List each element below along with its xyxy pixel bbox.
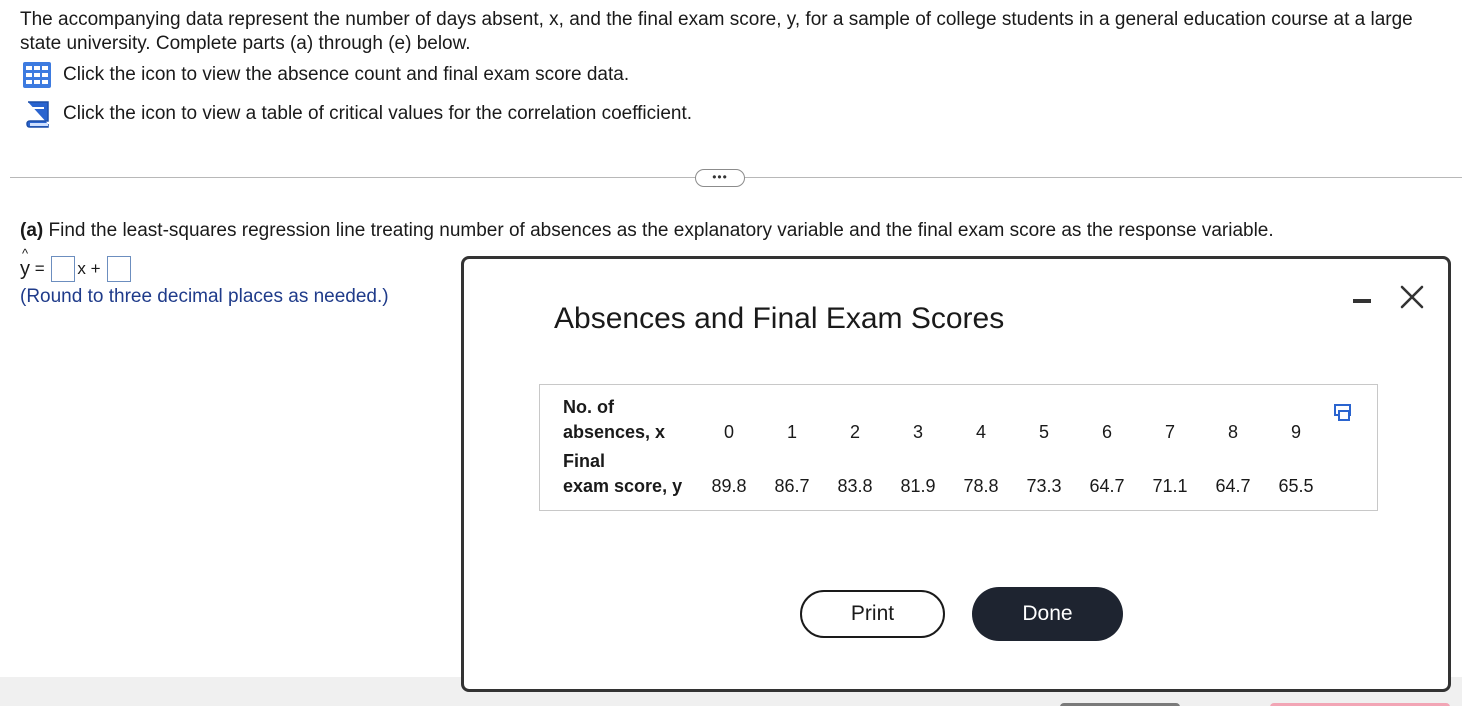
print-button[interactable]: Print xyxy=(800,590,945,638)
exam-score-cell: 64.7 xyxy=(1215,476,1251,496)
part-a-prefix: (a) xyxy=(20,220,44,241)
close-icon xyxy=(1400,285,1424,309)
exam-score-cell: 73.3 xyxy=(1026,476,1062,496)
exam-score-cell: 86.7 xyxy=(774,476,810,496)
absences-cell: 1 xyxy=(786,422,797,442)
exam-score-cell: 64.7 xyxy=(1089,476,1125,496)
absences-label: No. of absences, x xyxy=(563,397,666,442)
absences-cell: 7 xyxy=(1164,422,1175,442)
exam-score-label: Final exam score, y xyxy=(563,451,683,496)
absences-cell: 5 xyxy=(1038,422,1049,442)
book-icon[interactable] xyxy=(22,99,52,129)
table-row-scores: Final exam score, y 89.8 86.7 83.8 81.9 78.8… xyxy=(540,449,1377,503)
exam-score-cell: 71.1 xyxy=(1152,476,1188,496)
exam-score-cell: 89.8 xyxy=(711,476,747,496)
minimize-icon xyxy=(1353,299,1371,303)
intercept-input[interactable] xyxy=(107,256,132,282)
modal-title: Absences and Final Exam Scores xyxy=(554,302,1005,335)
data-link-row[interactable]: Click the icon to view the absence count… xyxy=(22,60,629,90)
expand-more-button[interactable]: ••• xyxy=(695,169,745,187)
data-link-label[interactable]: Click the icon to view the absence count… xyxy=(63,64,629,86)
critical-values-link-label[interactable]: Click the icon to view a table of critic… xyxy=(63,103,692,125)
y-hat-symbol: ^ y xyxy=(20,245,30,280)
slope-input[interactable] xyxy=(51,256,76,282)
regression-equation: ^ y = x + xyxy=(20,245,133,283)
table-row-absences: No. of absences, x 0 1 2 3 4 5 6 7 8 9 xyxy=(540,395,1377,449)
exam-score-cell: 83.8 xyxy=(837,476,873,496)
data-modal: Absences and Final Exam Scores No. of ab… xyxy=(461,256,1451,692)
rounding-note: (Round to three decimal places as needed… xyxy=(20,286,389,307)
absences-cell: 8 xyxy=(1227,422,1238,442)
page: The accompanying data represent the numb… xyxy=(0,0,1462,706)
minimize-button[interactable] xyxy=(1344,279,1380,315)
absences-cell: 6 xyxy=(1101,422,1112,442)
absences-cell: 9 xyxy=(1290,422,1301,442)
absences-cell: 4 xyxy=(975,422,986,442)
exam-score-cell: 65.5 xyxy=(1278,476,1314,496)
x-plus-text: x + xyxy=(77,259,106,278)
exam-score-cell: 78.8 xyxy=(963,476,999,496)
data-table: No. of absences, x 0 1 2 3 4 5 6 7 8 9 Final exam… xyxy=(539,384,1378,511)
absences-cell: 0 xyxy=(723,422,734,442)
equals-sign: = xyxy=(30,259,50,278)
part-a-text: Find the least-squares regression line t… xyxy=(43,220,1274,241)
close-button[interactable] xyxy=(1394,279,1430,315)
problem-intro: The accompanying data represent the numb… xyxy=(20,9,1413,54)
exam-score-cell: 81.9 xyxy=(900,476,936,496)
part-a-question: (a) Find the least-squares regression li… xyxy=(20,220,1274,242)
absences-cell: 3 xyxy=(912,422,923,442)
done-button[interactable]: Done xyxy=(972,587,1123,641)
grid-table-icon[interactable] xyxy=(22,60,52,90)
critical-values-link-row[interactable]: Click the icon to view a table of critic… xyxy=(22,99,692,129)
absences-cell: 2 xyxy=(849,422,860,442)
